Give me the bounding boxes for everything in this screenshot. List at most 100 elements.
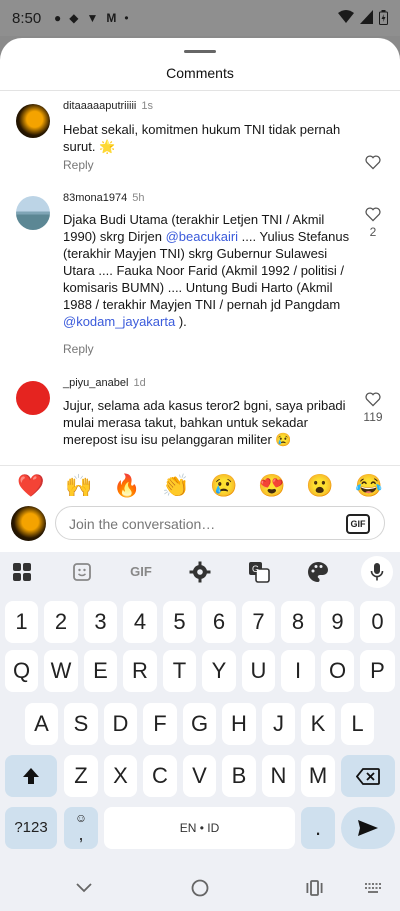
translate-icon[interactable]: G [247, 560, 271, 584]
key-t[interactable]: T [163, 650, 196, 692]
key-w[interactable]: W [44, 650, 78, 692]
key-2[interactable]: 2 [44, 601, 78, 643]
mention-link[interactable]: @kodam_jayakarta [63, 314, 175, 329]
emoji-crying-button[interactable]: 😢 [210, 472, 238, 500]
key-m[interactable]: M [301, 755, 335, 797]
emoji-fire-button[interactable]: 🔥 [113, 472, 141, 500]
key-v[interactable]: V [183, 755, 216, 797]
key-r[interactable]: R [123, 650, 157, 692]
comment-text: Hebat sekali, komitmen hukum TNI tidak p… [63, 122, 341, 154]
comment-time: 1s [141, 100, 154, 112]
comment-time: 5h [132, 192, 145, 204]
key-h[interactable]: H [222, 703, 256, 745]
backspace-key[interactable] [341, 755, 395, 797]
emoji-raised-hands-button[interactable]: 🙌 [65, 472, 93, 500]
comment-time: 1d [133, 377, 146, 389]
mention-link[interactable]: @beacukairi [166, 229, 238, 244]
emoji-heart-eyes-button[interactable]: 😍 [258, 472, 286, 500]
voice-input-button[interactable] [361, 556, 393, 588]
emoji-surprised-button[interactable]: 😮 [306, 472, 334, 500]
home-circle-icon[interactable] [191, 879, 209, 897]
key-7[interactable]: 7 [242, 601, 275, 643]
key-8[interactable]: 8 [281, 601, 315, 643]
comment-username[interactable]: 83mona1974 [63, 192, 127, 204]
period-key[interactable]: . [301, 807, 335, 849]
key-0[interactable]: 0 [360, 601, 395, 643]
comment-input-placeholder: Join the conversation… [69, 516, 216, 532]
key-e[interactable]: E [84, 650, 117, 692]
drag-handle[interactable] [184, 50, 216, 53]
send-key[interactable] [341, 807, 395, 849]
settings-gear-icon[interactable] [188, 560, 212, 584]
emoji-comma-key[interactable]: ☺ , [64, 807, 98, 849]
theme-palette-icon[interactable] [306, 560, 330, 584]
sticker-icon[interactable] [70, 560, 94, 584]
heart-icon[interactable] [364, 206, 382, 222]
status-bar: 8:50 ● ◆ ▼ M • [0, 0, 400, 36]
comment-username-row: 83mona1974 5h [63, 192, 144, 204]
key-a[interactable]: A [25, 703, 58, 745]
comma-label: , [78, 824, 84, 844]
key-9[interactable]: 9 [321, 601, 354, 643]
battery-icon [379, 10, 388, 25]
avatar[interactable] [16, 381, 50, 415]
like-count: 119 [363, 410, 383, 424]
key-1[interactable]: 1 [5, 601, 38, 643]
microphone-icon [370, 563, 384, 581]
key-s[interactable]: S [64, 703, 98, 745]
key-u[interactable]: U [242, 650, 275, 692]
comment-item: _piyu_anabel 1d Jujur, selama ada kasus t… [0, 377, 400, 467]
emoji-quick-bar: ❤️ 🙌 🔥 👏 😢 😍 😮 😂 [0, 470, 400, 502]
comment-input[interactable]: Join the conversation… GIF [55, 506, 385, 540]
apps-grid-icon[interactable] [10, 560, 34, 584]
key-z[interactable]: Z [64, 755, 98, 797]
more-notifications-icon: • [124, 11, 129, 25]
key-k[interactable]: K [301, 703, 335, 745]
wifi-icon [338, 10, 354, 23]
comment-text: Jujur, selama ada kasus teror2 bgni, say… [63, 398, 346, 447]
send-icon [358, 820, 378, 836]
emoji-laughing-button[interactable]: 😂 [355, 472, 383, 500]
key-x[interactable]: X [104, 755, 137, 797]
key-l[interactable]: L [341, 703, 374, 745]
key-b[interactable]: B [222, 755, 256, 797]
key-3[interactable]: 3 [84, 601, 117, 643]
comment-username[interactable]: ditaaaaaputriiiii [63, 100, 136, 112]
comment-username[interactable]: _piyu_anabel [63, 377, 128, 389]
shift-key[interactable] [5, 755, 57, 797]
keyboard-toolbar: GIF G [0, 552, 400, 592]
gif-keyboard-button[interactable]: GIF [127, 560, 155, 584]
back-chevron-icon[interactable] [76, 882, 92, 894]
avatar[interactable] [16, 104, 50, 138]
reply-button[interactable]: Reply [63, 158, 94, 172]
reply-button[interactable]: Reply [63, 342, 94, 356]
key-4[interactable]: 4 [123, 601, 157, 643]
symbols-key[interactable]: ?123 [5, 807, 57, 849]
key-i[interactable]: I [281, 650, 315, 692]
recents-icon[interactable] [306, 880, 323, 896]
key-c[interactable]: C [143, 755, 177, 797]
space-key[interactable]: EN • ID [104, 807, 295, 849]
gmail-notification-icon: M [106, 11, 117, 25]
key-y[interactable]: Y [202, 650, 236, 692]
emoji-clap-button[interactable]: 👏 [162, 472, 190, 500]
keyboard: GIF G 1 2 3 4 5 6 7 8 9 0 Q W E R T Y U … [0, 552, 400, 911]
emoji-heart-button[interactable]: ❤️ [17, 472, 45, 500]
key-j[interactable]: J [262, 703, 295, 745]
key-d[interactable]: D [104, 703, 137, 745]
keyboard-switch-icon[interactable] [365, 883, 381, 893]
comment-text: Djaka Budi Utama (terakhir Letjen TNI / … [63, 211, 353, 330]
gif-button[interactable]: GIF [346, 514, 370, 534]
key-6[interactable]: 6 [202, 601, 236, 643]
key-o[interactable]: O [321, 650, 354, 692]
avatar[interactable] [16, 196, 50, 230]
heart-icon[interactable] [364, 154, 382, 170]
heart-icon[interactable] [364, 391, 382, 407]
key-n[interactable]: N [262, 755, 295, 797]
key-q[interactable]: Q [5, 650, 38, 692]
key-g[interactable]: G [183, 703, 216, 745]
comment-item: ditaaaaaputriiiii 1s Hebat sekali, komitm… [0, 100, 400, 180]
key-5[interactable]: 5 [163, 601, 196, 643]
key-f[interactable]: F [143, 703, 177, 745]
key-p[interactable]: P [360, 650, 395, 692]
